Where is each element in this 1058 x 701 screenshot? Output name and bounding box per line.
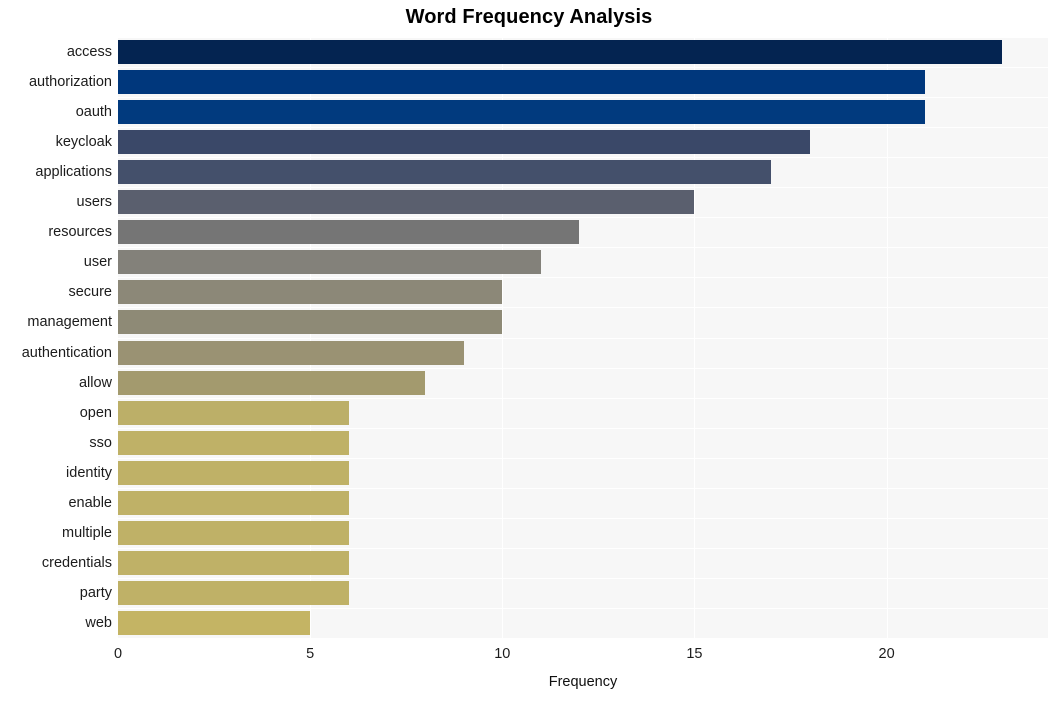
bar: [118, 100, 926, 125]
bar: [118, 520, 349, 545]
y-gridline: [118, 247, 1048, 248]
y-gridline: [118, 488, 1048, 489]
x-axis-tick-labels: 0 5 10 15 20: [114, 646, 1048, 670]
y-axis-tick-label: keycloak: [55, 134, 112, 151]
y-gridline: [118, 187, 1048, 188]
y-gridline: [118, 157, 1048, 158]
y-axis-tick-label: open: [79, 404, 112, 421]
plot-area: [118, 37, 1048, 638]
y-axis-tick-label: oauth: [75, 104, 112, 121]
bar: [118, 490, 349, 515]
x-axis-label: Frequency: [548, 674, 618, 690]
chart-title: Word Frequency Analysis: [405, 6, 653, 28]
y-gridline: [118, 578, 1048, 579]
y-gridline: [118, 307, 1048, 308]
bar: [118, 340, 464, 365]
y-axis-tick-label: resources: [48, 224, 112, 241]
y-gridline: [118, 67, 1048, 68]
bar: [118, 160, 772, 185]
y-gridline: [118, 398, 1048, 399]
bar: [118, 370, 426, 395]
x-axis-tick-label: 20: [878, 646, 895, 662]
x-axis-tick-label: 15: [686, 646, 703, 662]
word-frequency-chart: Word Frequency Analysis access authorizat…: [0, 0, 1058, 701]
bar: [118, 400, 349, 425]
y-axis-tick-labels: access authorization oauth keycloak applicat…: [0, 37, 112, 638]
y-axis-tick-label: identity: [66, 464, 112, 481]
y-gridline: [118, 127, 1048, 128]
y-gridline: [118, 608, 1048, 609]
y-axis-tick-label: secure: [68, 284, 112, 301]
bar: [118, 250, 541, 275]
bar: [118, 280, 503, 305]
y-axis-tick-label: access: [66, 44, 112, 61]
bar: [118, 220, 580, 245]
y-gridline: [118, 548, 1048, 549]
bar: [118, 550, 349, 575]
y-axis-tick-label: users: [76, 194, 112, 211]
y-gridline: [118, 458, 1048, 459]
bar: [118, 430, 349, 455]
bar: [118, 310, 503, 335]
y-axis-tick-label: credentials: [41, 554, 112, 571]
y-gridline: [118, 518, 1048, 519]
y-gridline: [118, 97, 1048, 98]
y-gridline: [118, 428, 1048, 429]
y-gridline: [118, 338, 1048, 339]
y-gridline: [118, 277, 1048, 278]
bar: [118, 190, 695, 215]
bar: [118, 610, 311, 635]
y-axis-tick-label: multiple: [62, 524, 112, 541]
y-axis-tick-label: management: [27, 314, 112, 331]
y-axis-tick-label: party: [79, 584, 112, 601]
bar: [118, 40, 1002, 65]
y-gridline: [118, 217, 1048, 218]
x-axis-tick-label: 5: [306, 646, 315, 662]
y-axis-tick-label: applications: [35, 164, 112, 181]
y-axis-tick-label: sso: [89, 434, 112, 451]
y-axis-tick-label: web: [85, 614, 112, 631]
bar: [118, 580, 349, 605]
bar: [118, 70, 926, 95]
y-axis-tick-label: authorization: [28, 74, 112, 91]
bar: [118, 130, 810, 155]
y-gridline: [118, 37, 1048, 38]
y-axis-tick-label: allow: [78, 374, 112, 391]
y-axis-tick-label: authentication: [21, 344, 112, 361]
bar: [118, 460, 349, 485]
y-axis-tick-label: enable: [68, 494, 112, 511]
y-axis-tick-label: user: [83, 254, 112, 271]
x-axis-tick-label: 10: [494, 646, 511, 662]
x-axis-tick-label: 0: [113, 646, 123, 662]
y-gridline: [118, 368, 1048, 369]
